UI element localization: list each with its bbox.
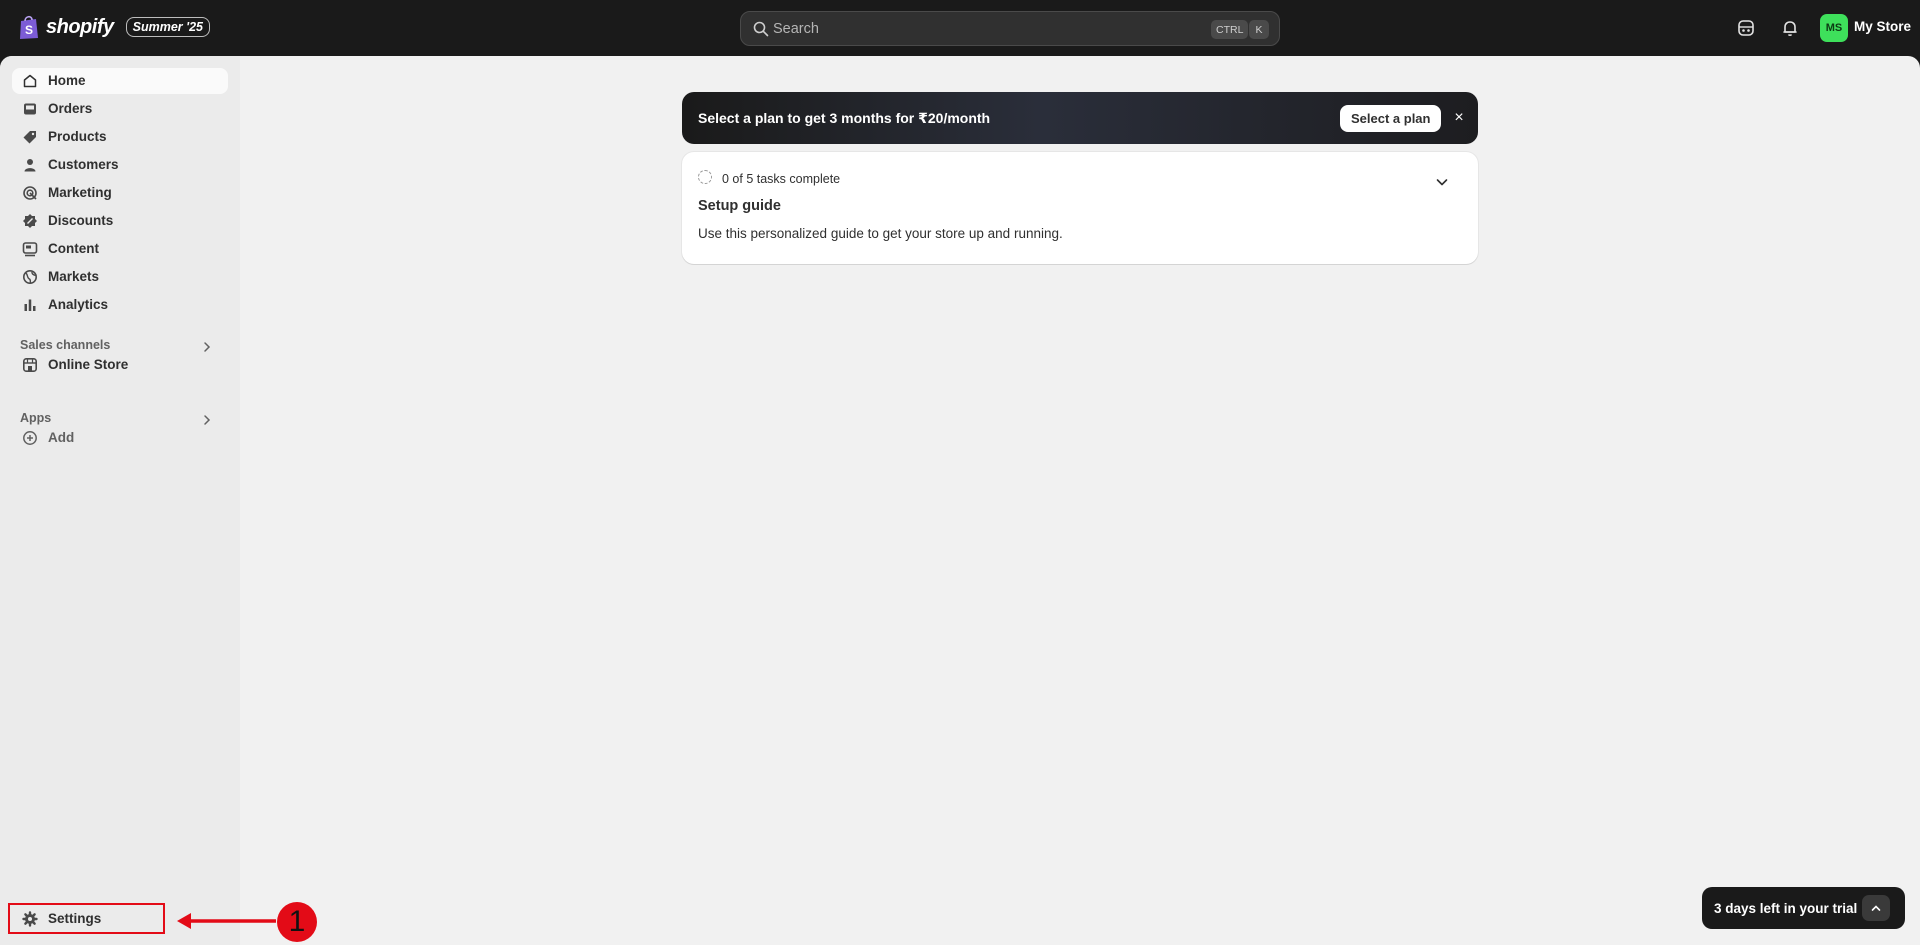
sidebar-item-label: Orders [48, 101, 93, 116]
trial-banner[interactable]: 3 days left in your trial [1702, 887, 1905, 929]
sidebar-item-label: Analytics [48, 297, 109, 312]
select-plan-button[interactable]: Select a plan [1340, 105, 1442, 132]
target-icon [23, 186, 37, 200]
sidebar-item-label: Online Store [48, 357, 129, 372]
notifications-button[interactable] [1778, 16, 1802, 40]
sidebar-item-label: Marketing [48, 185, 112, 200]
plus-circle-icon [23, 431, 37, 445]
inbox-icon [24, 103, 36, 115]
promo-banner: Select a plan to get 3 months for ₹20/mo… [682, 92, 1478, 144]
sidebar-item-products[interactable]: Products [12, 124, 228, 150]
sidebar-item-label: Customers [48, 157, 119, 172]
edition-badge[interactable]: Summer '25 [125, 17, 210, 37]
sidebar-item-content[interactable]: Content [12, 236, 228, 262]
tag-icon [23, 131, 36, 144]
brand-name: shopify [46, 15, 114, 38]
sidebar-item-label: Home [48, 73, 86, 88]
sidebar-item-label: Markets [48, 269, 100, 284]
setup-guide-title: Setup guide [698, 198, 781, 214]
search-bar[interactable]: CTRL K [740, 11, 1280, 46]
store-icon [22, 357, 37, 372]
progress-circle-icon [698, 170, 712, 184]
trial-expand-button[interactable] [1862, 895, 1890, 921]
search-input[interactable] [773, 12, 1153, 45]
sidebar-item-discounts[interactable]: Discounts [12, 208, 228, 234]
sidekick-icon [1738, 20, 1754, 36]
sidebar-item-label: Discounts [48, 213, 114, 228]
bell-icon [1783, 21, 1797, 36]
discount-icon [23, 214, 37, 228]
setup-guide-description: Use this personalized guide to get your … [698, 226, 1063, 241]
sidebar-item-analytics[interactable]: Analytics [12, 292, 228, 318]
promo-text: Select a plan to get 3 months for ₹20/mo… [698, 110, 991, 126]
home-icon [23, 74, 37, 88]
image-icon [22, 242, 38, 257]
sidebar-item-label: Products [48, 129, 107, 144]
sidebar-item-add-app[interactable]: Add [12, 425, 228, 451]
sidebar-item-label: Add [48, 430, 75, 445]
task-progress-text: 0 of 5 tasks complete [722, 172, 841, 186]
trial-text: 3 days left in your trial [1714, 901, 1858, 916]
sidebar-item-online-store[interactable]: Online Store [12, 352, 228, 378]
sidebar: Home Orders Products Customers Marketing… [0, 56, 240, 945]
shortcut-ctrl-key: CTRL [1211, 20, 1249, 39]
globe-icon [23, 270, 37, 284]
svg-text:S: S [25, 23, 33, 37]
annotation-step-marker: 1 [277, 902, 317, 942]
sidebar-item-orders[interactable]: Orders [12, 96, 228, 122]
sales-channels-heading[interactable]: Sales channels [20, 338, 110, 352]
top-bar: S shopify Summer '25 CTRL K MS My Store [0, 0, 1920, 56]
sidekick-button[interactable] [1734, 16, 1758, 40]
sidebar-item-markets[interactable]: Markets [12, 264, 228, 290]
person-icon [24, 159, 36, 172]
sidebar-item-marketing[interactable]: Marketing [12, 180, 228, 206]
shopify-bag-icon: S [20, 15, 38, 39]
chevron-down-icon[interactable] [1434, 174, 1450, 190]
search-icon [753, 21, 769, 37]
sidebar-item-customers[interactable]: Customers [12, 152, 228, 178]
sidebar-item-label: Content [48, 241, 99, 256]
annotation-arrow [177, 913, 276, 929]
close-icon[interactable]: × [1450, 109, 1468, 127]
sidebar-item-home[interactable]: Home [12, 68, 228, 94]
apps-heading[interactable]: Apps [20, 411, 51, 425]
store-name[interactable]: My Store [1854, 19, 1911, 34]
main-frame: Home Orders Products Customers Marketing… [0, 56, 1920, 945]
store-avatar[interactable]: MS [1820, 14, 1848, 42]
bar-chart-icon [24, 299, 36, 311]
chevron-up-icon [1871, 905, 1881, 911]
setup-guide-card: 0 of 5 tasks complete Setup guide Use th… [682, 152, 1478, 264]
shortcut-k-key: K [1249, 20, 1269, 39]
annotation-highlight-box [8, 903, 165, 934]
shopify-logo[interactable]: S shopify Summer '25 [18, 14, 210, 40]
